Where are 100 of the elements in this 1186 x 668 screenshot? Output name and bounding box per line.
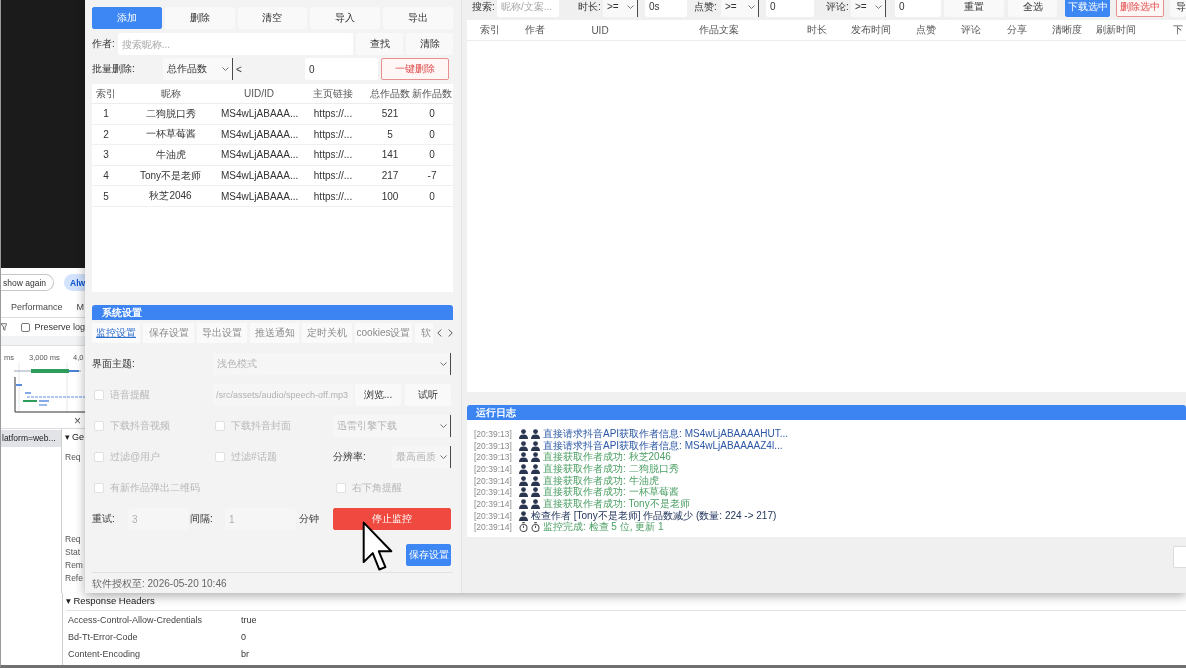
table-cell-text: 2 xyxy=(102,128,110,140)
toolbar-button[interactable]: 导出 xyxy=(383,7,453,29)
settings-tab[interactable]: 推送通知 xyxy=(250,323,299,343)
section-toggle[interactable]: ▾ Response Headers xyxy=(66,593,1186,611)
header-name: Access-Control-Allow-Credentials xyxy=(67,614,204,625)
partial-button[interactable] xyxy=(1173,546,1186,568)
search-field[interactable]: 搜索昵称... xyxy=(117,33,353,55)
log-message: 直接获取作者成功: Tony不是老师 xyxy=(543,497,690,510)
person-icon xyxy=(519,428,528,439)
filter-field[interactable]: 0s xyxy=(645,0,687,17)
person-icon xyxy=(519,475,528,486)
search-button[interactable]: 清除 xyxy=(406,33,453,55)
settings-tab[interactable]: 软 xyxy=(415,323,433,343)
stop-monitor-button[interactable]: 停止监控 xyxy=(333,508,451,530)
table-cell-text: 141 xyxy=(380,149,400,161)
person-icon xyxy=(519,487,528,498)
header-name: Req xyxy=(65,451,82,464)
column-header: 作者 xyxy=(524,23,546,37)
field-label: 重试: xyxy=(92,512,116,526)
table-cell-text: https://... xyxy=(312,190,354,202)
table-cell-text: 0 xyxy=(428,190,436,202)
log-time: [20:39:13] xyxy=(474,440,513,451)
column-header: 主页链接 xyxy=(312,86,354,101)
toolbar-button[interactable]: 全选 xyxy=(1008,0,1057,17)
unit-label: 分钟 xyxy=(299,512,319,526)
search-button[interactable]: 查找 xyxy=(356,33,403,55)
checkbox[interactable] xyxy=(21,322,31,332)
toolbar-button[interactable]: 删除 xyxy=(164,7,235,29)
chevron-right-icon[interactable] xyxy=(448,329,453,337)
chevron-down-icon xyxy=(440,362,447,366)
log-time: [20:39:13] xyxy=(474,428,513,439)
settings-tab[interactable]: cookies设置 xyxy=(355,323,412,343)
toolbar-button[interactable]: 下载选中 xyxy=(1065,0,1110,17)
column-header: 清晰度 xyxy=(1051,23,1083,37)
toolbar-button[interactable]: 导入 xyxy=(310,7,381,29)
audio-button[interactable]: 浏览... xyxy=(355,384,401,406)
devtools-tab[interactable]: Performance xyxy=(11,302,63,312)
threshold-field[interactable]: 0 xyxy=(305,58,378,80)
log-message: 监控完成: 检查 5 位, 更新 1 xyxy=(543,520,664,535)
toolbar-button[interactable]: 清空 xyxy=(237,7,308,29)
filter-icon[interactable] xyxy=(1,323,8,331)
column-header: 新作品数 xyxy=(411,86,453,101)
header-name: Content-Encoding xyxy=(67,648,142,659)
table-cell: MS4wLjABAAA... xyxy=(221,170,297,182)
chevron-down-icon xyxy=(440,424,447,428)
toolbar-button[interactable]: 添加 xyxy=(92,7,162,29)
person-icon xyxy=(519,452,528,463)
log-title-bar: 运行日志 xyxy=(467,405,1186,420)
table-cell-text: 4 xyxy=(102,170,110,182)
close-button[interactable]: × xyxy=(74,414,81,427)
toolbar-button[interactable]: 重置 xyxy=(944,0,1004,17)
table-cell-text: 秋芝2046 xyxy=(148,189,193,204)
person-icon xyxy=(531,475,540,486)
toolbar-button[interactable]: 删除选中 xyxy=(1116,0,1164,17)
log-message: 直接请求抖音API获取作者信息: MS4wLjABAAAAZ4l... xyxy=(543,439,783,451)
table-cell-text: https://... xyxy=(312,128,354,140)
column-header: 时长 xyxy=(806,23,828,37)
table-cell-text: 1 xyxy=(102,108,110,120)
column-header: 总作品数 xyxy=(369,86,411,101)
checkbox-label: Preserve log xyxy=(34,322,85,332)
column-header: UID xyxy=(590,24,610,36)
table-cell: MS4wLjABAAA... xyxy=(221,128,297,140)
request-row[interactable]: latform=web... xyxy=(1,430,61,447)
field-label: 分辨率: xyxy=(333,450,367,464)
log-time: [20:39:14] xyxy=(474,498,513,509)
settings-tab[interactable]: 导出设置 xyxy=(197,323,247,343)
header-value: 0 xyxy=(241,631,246,642)
settings-tab[interactable]: 监控设置 xyxy=(92,323,140,343)
table-cell-text: 0 xyxy=(428,128,436,140)
header-value: br xyxy=(241,648,249,659)
devtools-tab[interactable]: M xyxy=(76,302,85,312)
banner-button[interactable]: show again xyxy=(1,274,54,291)
settings-tab[interactable]: 定时关机 xyxy=(302,323,352,343)
filter-label: 评论: xyxy=(826,0,847,14)
field-label: 作者: xyxy=(92,37,115,51)
chevron-left-icon[interactable] xyxy=(437,329,442,337)
filter-field[interactable]: 0 xyxy=(895,0,941,17)
filter-field[interactable]: 0 xyxy=(766,0,814,17)
audio-button[interactable]: 试听 xyxy=(405,384,451,406)
section-toggle[interactable]: ▾ Ge xyxy=(65,429,85,446)
column-header: 发布时间 xyxy=(850,23,892,37)
log-time: [20:39:14] xyxy=(474,475,513,486)
table-cell-text: 二狗脱口秀 xyxy=(144,106,197,121)
table-cell: MS4wLjABAAA... xyxy=(221,108,297,120)
filter-label: 搜索: xyxy=(472,0,494,14)
log-time: [20:39:14] xyxy=(474,463,513,474)
save-settings-button[interactable]: 保存设置 xyxy=(406,544,451,566)
log-time: [20:39:14] xyxy=(474,487,513,498)
field-select[interactable]: 总作品数 xyxy=(163,58,233,80)
filter-field[interactable]: 昵称/文案... xyxy=(497,0,559,17)
chevron-down-icon xyxy=(627,4,634,9)
operator-select[interactable]: >= xyxy=(603,0,638,17)
table-cell-text: 一杯草莓酱 xyxy=(144,127,197,142)
log-message: 直接获取作者成功: 一杯草莓酱 xyxy=(543,485,679,498)
operator-select[interactable]: >= xyxy=(721,0,759,17)
toolbar-button[interactable]: 导 xyxy=(1170,0,1186,17)
person-icon xyxy=(519,510,528,521)
operator-select[interactable]: >= xyxy=(851,0,886,17)
settings-tab[interactable]: 保存设置 xyxy=(143,323,194,343)
batch-delete-button[interactable]: 一键删除 xyxy=(381,58,449,80)
